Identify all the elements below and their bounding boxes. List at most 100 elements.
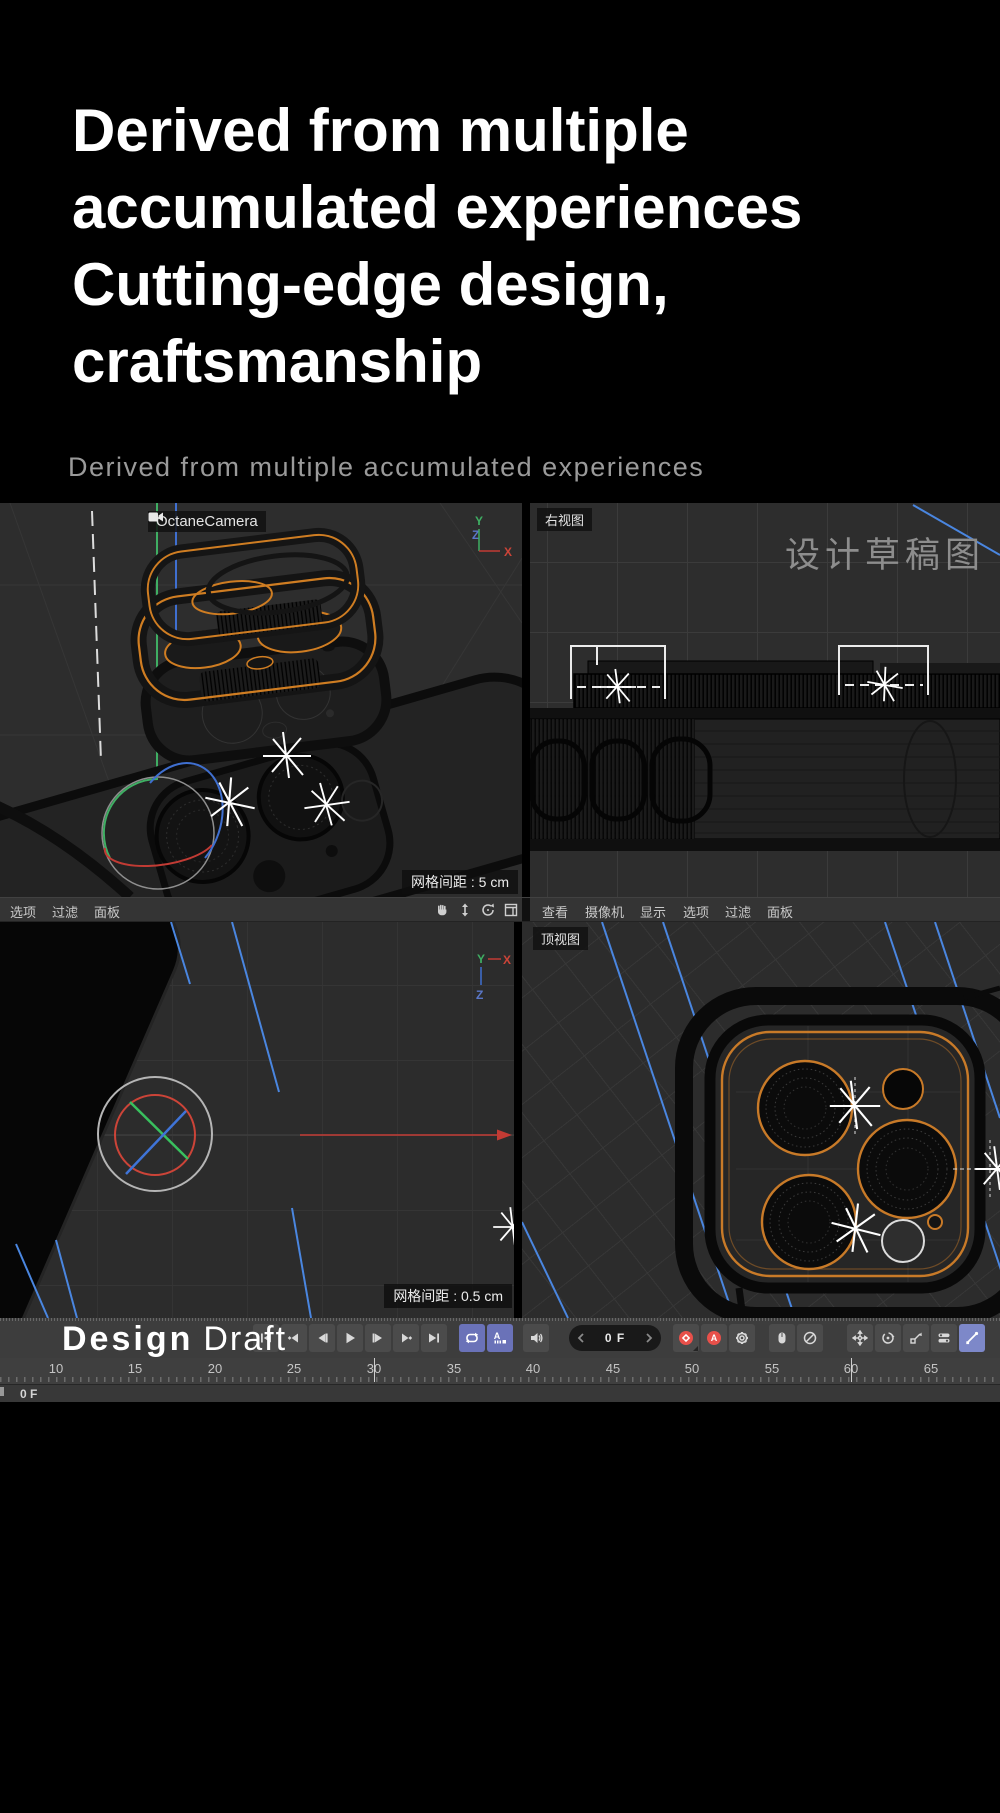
transport-controls: A 0 F A: [253, 1324, 985, 1352]
svg-text:Y: Y: [477, 952, 485, 966]
svg-text:X: X: [504, 545, 512, 559]
svg-text:A: A: [494, 1331, 501, 1341]
viewport-perspective[interactable]: Y Z X OctaneCamera 网格间距 : 5 cm: [0, 503, 522, 897]
skip-start-icon: [258, 1330, 274, 1346]
viewport-menubar: 选项 过滤 面板 查看 摄像机 显示 选项 过滤 面板: [0, 897, 1000, 922]
viewport-name-label[interactable]: 右视图: [537, 508, 592, 531]
x-axis-arrow: [300, 1130, 512, 1141]
frame-value[interactable]: 0 F: [605, 1331, 625, 1345]
key-position-button[interactable]: [847, 1324, 873, 1352]
autokey-button[interactable]: A: [701, 1324, 727, 1352]
ruler-tick: 25: [287, 1361, 301, 1376]
title-line: Derived from multiple: [72, 92, 952, 169]
autokey-range-button[interactable]: A: [487, 1324, 513, 1352]
ruler-tick: 50: [685, 1361, 699, 1376]
previous-key-button[interactable]: [281, 1324, 307, 1352]
menu-panel[interactable]: 面板: [767, 902, 793, 921]
key-pla-button[interactable]: [959, 1324, 985, 1352]
ruler-tick: 65: [924, 1361, 938, 1376]
grid-spacing-label: 网格间距 : 0.5 cm: [384, 1284, 512, 1308]
perspective-wireframe: Y Z X: [0, 503, 522, 897]
key-parameter-button[interactable]: [931, 1324, 957, 1352]
sound-button[interactable]: [523, 1324, 549, 1352]
ruler-tick: 55: [765, 1361, 779, 1376]
chevron-right-icon[interactable]: [645, 1332, 653, 1344]
range-start-label: 0 F: [20, 1387, 37, 1401]
menu-options[interactable]: 选项: [10, 902, 36, 921]
ruler-tick: 45: [606, 1361, 620, 1376]
dolly-zoom-icon[interactable]: [457, 902, 473, 918]
scale-icon: [908, 1330, 924, 1346]
gear-icon: [734, 1330, 750, 1346]
ruler-tick: 15: [128, 1361, 142, 1376]
camera-lens: [762, 1175, 856, 1269]
menu-filter[interactable]: 过滤: [725, 902, 751, 921]
mic-circle: [928, 1215, 942, 1229]
menu-filter[interactable]: 过滤: [52, 902, 78, 921]
viewport-right-view[interactable]: 右视图 设计草稿图: [530, 503, 1000, 897]
loop-playback-button[interactable]: [459, 1324, 485, 1352]
camera-label[interactable]: OctaneCamera: [148, 511, 266, 532]
play-button[interactable]: [337, 1324, 363, 1352]
skip-end-icon: [426, 1330, 442, 1346]
preview-range-marker[interactable]: [851, 1358, 852, 1382]
focus-target[interactable]: [98, 1077, 212, 1191]
lidar-circle: [882, 1220, 924, 1262]
preview-range-marker[interactable]: [374, 1358, 375, 1382]
white-dashed-guide: [92, 511, 101, 761]
toggle-view-icon[interactable]: [503, 902, 519, 918]
range-start-handle[interactable]: [0, 1387, 4, 1396]
rotate-icon: [880, 1330, 896, 1346]
prev-frame-icon: [314, 1330, 330, 1346]
play-icon: [342, 1330, 358, 1346]
move-icon: [852, 1330, 868, 1346]
rotate-view-icon[interactable]: [480, 902, 496, 918]
record-keyframe-button[interactable]: [673, 1324, 699, 1352]
grid-spacing-label: 网格间距 : 5 cm: [402, 870, 518, 894]
goto-start-button[interactable]: [253, 1324, 279, 1352]
flash-circle: [883, 1069, 923, 1109]
keyframe-selection-button[interactable]: [797, 1324, 823, 1352]
timeline-range-bar[interactable]: 0 F: [0, 1384, 1000, 1402]
ruler-tick: 10: [49, 1361, 63, 1376]
spline-snap-icon: [964, 1330, 980, 1346]
chevron-left-icon[interactable]: [577, 1332, 585, 1344]
next-frame-button[interactable]: [365, 1324, 391, 1352]
prev-key-icon: [286, 1330, 302, 1346]
marker-track: [0, 1318, 1000, 1321]
next-key-icon: [398, 1330, 414, 1346]
menu-view[interactable]: 查看: [542, 902, 568, 921]
next-key-button[interactable]: [393, 1324, 419, 1352]
previous-frame-button[interactable]: [309, 1324, 335, 1352]
title-line: Cutting-edge design,: [72, 246, 952, 323]
menu-display[interactable]: 显示: [640, 902, 666, 921]
key-rotation-button[interactable]: [875, 1324, 901, 1352]
current-frame-field[interactable]: 0 F: [569, 1325, 661, 1351]
autokey-icon: A: [706, 1330, 722, 1346]
svg-text:A: A: [711, 1333, 718, 1343]
record-key-icon: [678, 1330, 694, 1346]
ruler-tick: 20: [208, 1361, 222, 1376]
svg-text:Y: Y: [475, 514, 483, 528]
svg-text:X: X: [503, 953, 511, 967]
menu-panel[interactable]: 面板: [94, 902, 120, 921]
menu-cameras[interactable]: 摄像机: [585, 902, 624, 921]
pan-hand-icon[interactable]: [434, 902, 450, 918]
floor-view-wireframe: Y X Z: [0, 922, 514, 1318]
page-title: Derived from multiple accumulated experi…: [72, 92, 952, 400]
menu-options[interactable]: 选项: [683, 902, 709, 921]
record-mouse-button[interactable]: [769, 1324, 795, 1352]
toggles-icon: [936, 1330, 952, 1346]
mouse-icon: [774, 1330, 790, 1346]
page-subtitle: Derived from multiple accumulated experi…: [68, 452, 704, 483]
key-scale-button[interactable]: [903, 1324, 929, 1352]
autokey-range-icon: A: [492, 1330, 508, 1346]
viewport-name-label[interactable]: 顶视图: [533, 927, 588, 950]
keyframe-settings-button[interactable]: [729, 1324, 755, 1352]
timeline-ruler[interactable]: 10 15 20 25 30 35 40 45 50 55 60 65: [0, 1358, 1000, 1384]
viewport-floor-view[interactable]: Y X Z 网格间距 : 0.5 cm: [0, 922, 514, 1318]
viewport-top-view[interactable]: 顶视图: [522, 922, 1000, 1318]
goto-end-button[interactable]: [421, 1324, 447, 1352]
axis-gizmo: Y X Z: [476, 952, 511, 1002]
next-frame-icon: [370, 1330, 386, 1346]
